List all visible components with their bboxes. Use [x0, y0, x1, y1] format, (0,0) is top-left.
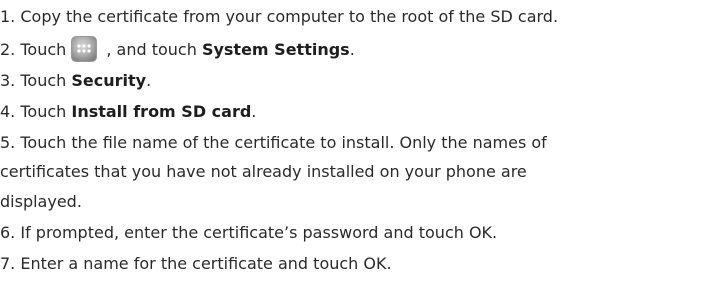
step-6: 6. If prompted, enter the certificate’s …	[0, 219, 497, 247]
step-2-mid: , and touch	[101, 40, 202, 59]
step-2-bold: System Settings	[201, 40, 350, 59]
step-5-line-3: displayed.	[0, 188, 82, 216]
all-apps-icon	[71, 35, 98, 62]
step-5-text-2: certificates that you have not already i…	[0, 162, 527, 181]
step-4: 4. Touch Install from SD card.	[0, 98, 256, 126]
step-5-text-3: displayed.	[0, 192, 82, 211]
step-5-line-2: certificates that you have not already i…	[0, 158, 527, 186]
step-5-line-1: 5. Touch the file name of the certificat…	[0, 129, 547, 157]
step-2: 2. Touch , and touch System Settings.	[0, 35, 355, 64]
step-3-suffix: .	[146, 71, 152, 90]
step-2-prefix: 2. Touch	[0, 40, 67, 59]
step-6-text: 6. If prompted, enter the certificate’s …	[0, 223, 498, 242]
step-1: 1. Copy the certificate from your comput…	[0, 3, 558, 31]
step-7-text: 7. Enter a name for the certificate and …	[0, 254, 392, 273]
step-1-text: 1. Copy the certificate from your comput…	[0, 7, 559, 26]
step-4-prefix: 4. Touch	[0, 102, 72, 121]
step-5-text-1: 5. Touch the file name of the certificat…	[0, 133, 547, 152]
step-7: 7. Enter a name for the certificate and …	[0, 250, 392, 278]
step-4-bold: Install from SD card	[71, 102, 252, 121]
step-3-prefix: 3. Touch	[0, 71, 72, 90]
step-3-bold: Security	[71, 71, 147, 90]
step-4-suffix: .	[251, 102, 257, 121]
step-2-suffix: .	[349, 40, 355, 59]
step-3: 3. Touch Security.	[0, 67, 151, 95]
